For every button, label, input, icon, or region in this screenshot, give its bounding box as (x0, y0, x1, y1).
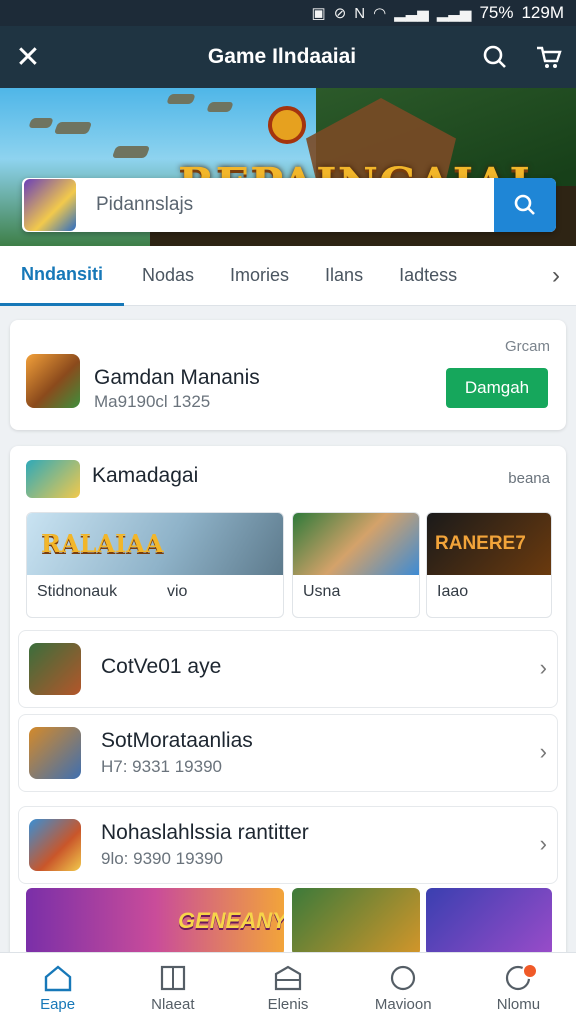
nav-label: Nlaeat (151, 996, 195, 1013)
chevron-right-icon[interactable]: › (536, 262, 576, 290)
section-more-link[interactable]: beana (508, 470, 550, 487)
tab-iadtess[interactable]: Iadtess (381, 246, 475, 306)
nav-label: Mavioon (374, 996, 432, 1013)
list-item-title: SotMorataanlias (101, 729, 253, 752)
search-icon[interactable] (468, 44, 522, 70)
nav-news[interactable]: Nlaeat (115, 953, 230, 1024)
game-icon (26, 354, 80, 408)
search-input[interactable]: Pidannslajs (76, 194, 494, 216)
chevron-right-icon: › (539, 831, 547, 856)
thumb-caption-2: vio (167, 583, 188, 600)
game-icon (29, 819, 81, 871)
thumb-caption: Stidnonauk (37, 583, 118, 600)
page-title: Game Ilndaaiai (207, 45, 357, 68)
clock: 129M (521, 3, 564, 22)
box-icon (274, 965, 302, 991)
close-icon[interactable]: ✕ (0, 40, 56, 75)
compass-icon (391, 965, 416, 991)
thumb-banner-text: RANERE7 (435, 533, 526, 554)
signal-icon: ▂▃▅ (394, 5, 429, 22)
list-item-title: Nohaslahlssia rantitter (101, 821, 309, 844)
nav-items[interactable]: Elenis (230, 953, 345, 1024)
section-icon (26, 460, 80, 498)
signal-icon-2: ▂▃▅ (436, 5, 472, 22)
category-tabs: Nndansiti Nodas Imories Ilans Iadtess › (0, 246, 576, 306)
nav-home[interactable]: Eape (0, 953, 115, 1024)
tab-nndansiti[interactable]: Nndansiti (0, 246, 124, 306)
list-item[interactable]: CotVe01 aye › (18, 630, 558, 708)
list-item-title: CotVe01 aye (101, 655, 222, 678)
wifi-icon: ◠ (373, 5, 387, 22)
promo-text: GENEANY (178, 908, 284, 933)
game-icon (29, 727, 81, 779)
search-bar[interactable]: Pidannslajs (22, 178, 556, 232)
card-tag: Grcam (505, 338, 550, 355)
list-item-meta: 9lo: 9390 19390 (101, 849, 223, 868)
game-name: Gamdan Mananis (94, 366, 260, 389)
app-bar: ✕ Game Ilndaaiai (0, 26, 576, 88)
tab-nodas[interactable]: Nodas (124, 246, 212, 306)
chevron-right-icon: › (539, 739, 547, 764)
list-item-meta: H7: 9331 19390 (101, 757, 222, 776)
nav-menu[interactable]: Nlomu (461, 953, 576, 1024)
thumb-banner-text: RALAIAA (41, 529, 164, 558)
thumb-card-3[interactable]: RANERE7 Iaao (426, 512, 552, 618)
nav-label: Nlomu (496, 996, 541, 1013)
avatar[interactable] (24, 179, 76, 231)
search-button[interactable] (494, 178, 556, 232)
list-item[interactable]: SotMorataanlias H7: 9331 19390 › (18, 714, 558, 792)
banner-emblem (268, 106, 306, 144)
nav-label: Elenis (267, 996, 309, 1013)
status-bar: ▣ ⊘ N ◠ ▂▃▅ ▂▃▅ 75% 129M (0, 0, 576, 26)
thumb-caption: Iaao (437, 583, 469, 600)
mute-icon: ⊘ (333, 5, 347, 22)
thumb-caption: Usna (303, 583, 341, 600)
home-icon (44, 965, 71, 992)
section-title: Kamadagai (92, 464, 199, 487)
promo-banner-3[interactable] (426, 888, 552, 956)
thumb-card-1[interactable]: RALAIAA Stidnonauk vio (26, 512, 284, 618)
bottom-navigation: Eape Nlaeat Elenis Mavioon Nlomu (0, 952, 576, 1024)
featured-game-card[interactable]: Grcam Gamdan Mananis Ma9190cl 1325 Damga… (10, 320, 566, 430)
notification-badge (522, 963, 539, 979)
nfc-icon: N (354, 4, 366, 22)
thumb-card-2[interactable]: Usna (292, 512, 420, 618)
nav-label: Eape (40, 996, 76, 1013)
tab-ilans[interactable]: Ilans (307, 246, 381, 306)
chevron-right-icon: › (539, 655, 547, 680)
news-icon (160, 965, 185, 991)
list-item[interactable]: Nohaslahlssia rantitter 9lo: 9390 19390 … (18, 806, 558, 884)
download-button[interactable]: Damgah (446, 368, 548, 408)
tab-imories[interactable]: Imories (212, 246, 307, 306)
game-meta: Ma9190cl 1325 (94, 392, 211, 411)
nav-discover[interactable]: Mavioon (346, 953, 461, 1024)
search-icon (514, 194, 535, 215)
promo-banner-2[interactable] (292, 888, 420, 956)
cart-icon[interactable] (522, 44, 576, 70)
game-icon (29, 643, 81, 695)
promo-banner-1[interactable]: GENEANY (26, 888, 284, 956)
battery-level: 75% (479, 3, 514, 22)
section-card: Kamadagai beana RALAIAA Stidnonauk vio U… (10, 446, 566, 956)
notification-icon: ▣ (311, 5, 326, 22)
